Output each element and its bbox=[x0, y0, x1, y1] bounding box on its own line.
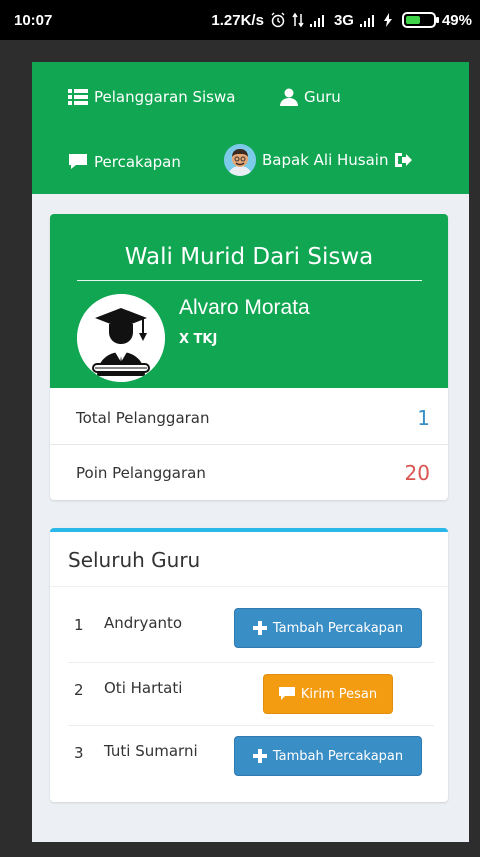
battery-icon bbox=[401, 12, 439, 28]
signal-icon bbox=[309, 15, 324, 27]
nav-guru-label: Guru bbox=[304, 88, 341, 106]
teachers-title: Seluruh Guru bbox=[68, 548, 201, 572]
button-label: Kirim Pesan bbox=[300, 686, 378, 702]
chat-icon bbox=[278, 687, 295, 700]
plus-icon bbox=[252, 749, 267, 763]
teacher-number: 2 bbox=[74, 681, 84, 699]
nav-percakapan[interactable]: Percakapan bbox=[68, 153, 181, 171]
user-avatar-image bbox=[224, 144, 256, 176]
stat-value: 20 bbox=[404, 461, 430, 485]
status-indicators: 1.27K/s 3G 49% bbox=[211, 12, 472, 29]
sign-out-icon bbox=[395, 153, 413, 167]
data-transfer-icon bbox=[292, 12, 304, 28]
plus-icon bbox=[252, 621, 267, 635]
profile-divider bbox=[77, 280, 422, 281]
teacher-number: 3 bbox=[74, 744, 84, 762]
top-navbar: Pelanggaran Siswa Guru Percakapan Bapak … bbox=[32, 62, 469, 194]
stat-value: 1 bbox=[417, 406, 430, 430]
user-icon bbox=[280, 88, 298, 106]
profile-title: Wali Murid Dari Siswa bbox=[124, 244, 374, 270]
nav-user-menu[interactable]: Bapak Ali Husain bbox=[224, 144, 413, 176]
stat-label: Total Pelanggaran bbox=[76, 409, 210, 427]
battery-level: 49% bbox=[441, 11, 472, 29]
nav-user-name: Bapak Ali Husain bbox=[262, 151, 389, 169]
student-class: X TKJ bbox=[179, 332, 218, 347]
stat-poin-pelanggaran: Poin Pelanggaran 20 bbox=[50, 445, 448, 500]
nav-pelanggaran-label: Pelanggaran Siswa bbox=[94, 88, 236, 106]
button-label: Tambah Percakapan bbox=[272, 620, 404, 636]
teacher-name: Andryanto bbox=[104, 614, 183, 632]
student-profile-panel: Wali Murid Dari Siswa Alvaro Morata X TK… bbox=[50, 214, 448, 500]
graduate-icon bbox=[77, 294, 165, 382]
teacher-row: 2 Oti Hartati Kirim Pesan bbox=[68, 663, 434, 725]
add-conversation-button[interactable]: Tambah Percakapan bbox=[234, 608, 422, 648]
nav-percakapan-label: Percakapan bbox=[94, 153, 181, 171]
status-time: 10:07 bbox=[14, 11, 53, 29]
nav-guru[interactable]: Guru bbox=[280, 88, 341, 106]
button-label: Tambah Percakapan bbox=[272, 748, 404, 764]
add-conversation-button[interactable]: Tambah Percakapan bbox=[234, 736, 422, 776]
chat-icon bbox=[69, 154, 87, 169]
stat-total-pelanggaran: Total Pelanggaran 1 bbox=[50, 390, 448, 446]
teachers-header-divider bbox=[50, 586, 448, 587]
status-bar: 10:07 1.27K/s 3G 49% bbox=[0, 0, 480, 40]
teacher-number: 1 bbox=[74, 616, 84, 634]
nav-pelanggaran-siswa[interactable]: Pelanggaran Siswa bbox=[68, 88, 235, 106]
teacher-name: Tuti Sumarni bbox=[104, 742, 198, 760]
send-message-button[interactable]: Kirim Pesan bbox=[263, 674, 393, 714]
charging-icon bbox=[383, 13, 392, 27]
profile-header: Wali Murid Dari Siswa Alvaro Morata X TK… bbox=[50, 214, 448, 388]
list-icon bbox=[68, 89, 88, 105]
alarm-icon bbox=[271, 12, 285, 28]
network-speed: 1.27K/s bbox=[211, 11, 264, 29]
teachers-panel: Seluruh Guru 1 Andryanto Tambah Percakap… bbox=[50, 528, 448, 802]
signal-icon-2 bbox=[359, 15, 374, 27]
teacher-row: 1 Andryanto Tambah Percakapan bbox=[68, 598, 434, 660]
stat-label: Poin Pelanggaran bbox=[76, 464, 206, 482]
network-type: 3G bbox=[333, 11, 354, 29]
user-avatar bbox=[224, 144, 256, 176]
app-container: Pelanggaran Siswa Guru Percakapan Bapak … bbox=[32, 62, 469, 842]
student-name: Alvaro Morata bbox=[179, 296, 310, 319]
teacher-name: Oti Hartati bbox=[104, 679, 183, 697]
student-avatar bbox=[77, 294, 165, 382]
teacher-row: 3 Tuti Sumarni Tambah Percakapan bbox=[68, 726, 434, 788]
